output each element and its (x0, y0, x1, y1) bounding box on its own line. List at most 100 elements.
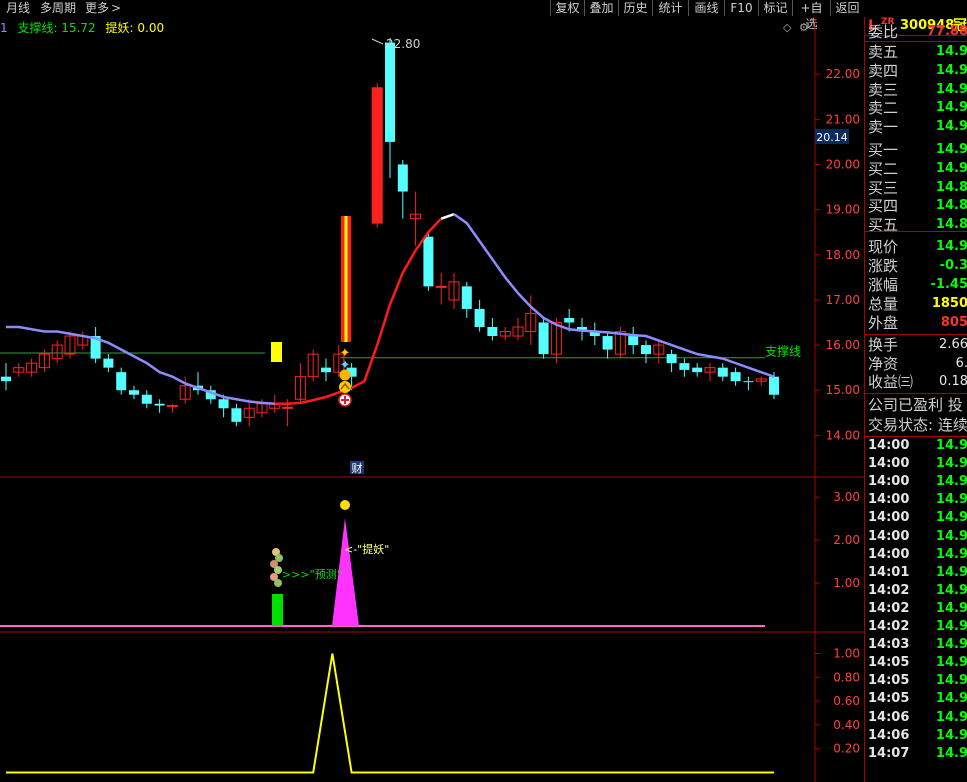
candle-body-down (564, 317, 575, 323)
extra-value: 2.66 (939, 337, 967, 352)
kline-chart[interactable]: ◇ ⚙ 22.00 21.00 20.00 19.00 18.00 17.00 16.00 1… (0, 0, 864, 782)
tick-price: 14.9 (935, 582, 967, 598)
tick-time: 14:02 (868, 582, 910, 598)
separator (865, 393, 967, 394)
chart-frame: ◇ ⚙ (0, 17, 864, 782)
tick-time: 14:02 (868, 619, 910, 634)
candle-body-up (372, 87, 383, 224)
order-row: 卖四 14.9 (865, 62, 967, 80)
stat-row: 总量 1850 (865, 295, 967, 313)
tick-price: 14.9 (935, 673, 967, 689)
tiyao-annotation: <-"提妖" (344, 542, 389, 556)
extra-label: 净资 (868, 354, 899, 373)
price-tick-label: 19.00 (826, 203, 860, 217)
extra-row: 换手 2.66 (865, 336, 967, 354)
order-price: 14.8 (935, 198, 967, 214)
stat-label: 涨幅 (868, 276, 899, 294)
separator (865, 41, 967, 42)
tick-price: 14.9 (935, 474, 967, 490)
finance-marker[interactable]: 财 (352, 461, 363, 475)
extra-value: 6. (955, 355, 967, 371)
candle-body-down (743, 381, 754, 383)
candle-body-down (231, 408, 242, 422)
extra-label: 收益㈢ (868, 373, 914, 391)
candle-body-down (423, 236, 434, 287)
signal-line-panel (6, 653, 774, 774)
tick-row: 14:00 14.9 (865, 546, 967, 564)
sub2-tick-label: 0.80 (833, 670, 860, 684)
candle-body-down (641, 345, 651, 355)
order-label: 买四 (868, 197, 899, 216)
predict-candle (271, 342, 282, 362)
tick-row: 14:02 14.9 (865, 600, 967, 618)
tick-time: 14:00 (868, 456, 910, 472)
candle-body-up (166, 405, 178, 408)
order-row: 卖一 14.9 (865, 118, 967, 136)
tick-price: 14.9 (935, 745, 967, 761)
tick-price: 14.9 (935, 546, 967, 562)
ma-line-peak (440, 212, 455, 220)
candle-body-down (474, 308, 485, 328)
tick-row: 14:02 14.9 (865, 582, 967, 600)
candle-body-down (461, 286, 472, 309)
separator (865, 231, 967, 232)
price-tick-label: 21.00 (826, 112, 860, 126)
tick-row: 14:06 14.9 (865, 727, 967, 745)
tick-time: 14:00 (868, 474, 910, 490)
current-price-tag: 20.14 (815, 129, 849, 144)
tick-time: 14:03 (868, 637, 910, 653)
tick-time: 14:01 (868, 564, 910, 580)
order-label: 卖三 (868, 80, 899, 99)
stat-row: 外盘 805 (865, 314, 967, 332)
tick-row: 14:05 14.9 (865, 690, 967, 708)
tick-price: 14.9 (935, 564, 967, 580)
tick-price: 14.9 (935, 709, 967, 725)
weibi-row: 委比 77.88 (865, 23, 967, 41)
separator (865, 334, 967, 335)
predict-annotation: >>>"预测" (282, 568, 342, 581)
candle-body-down (487, 327, 498, 337)
candle-body-up (282, 406, 294, 409)
tick-time: 14:00 (868, 510, 910, 526)
stat-value: -0.3 (939, 258, 967, 273)
stat-value: 1850 (931, 296, 967, 311)
candle-body-down (538, 322, 549, 355)
settings-icon[interactable]: ⚙ (799, 21, 809, 34)
sub2-tick-label: 1.00 (833, 647, 860, 661)
tick-time: 14:05 (868, 691, 910, 707)
price-axis: 22.00 21.00 20.00 19.00 18.00 17.00 16.00 15.00… (815, 67, 860, 442)
tiyao-column-inner (344, 216, 348, 342)
order-label: 卖一 (868, 118, 899, 137)
candle-body-down (679, 363, 690, 370)
tick-price: 14.9 (935, 600, 967, 616)
extra-value: 0.18 (939, 374, 967, 389)
stat-label: 外盘 (868, 314, 899, 332)
order-label: 买一 (868, 141, 899, 159)
tick-row: 14:02 14.9 (865, 618, 967, 636)
tick-row: 14:00 14.9 (865, 473, 967, 491)
order-price: 14.9 (935, 81, 967, 97)
tick-price: 14.9 (935, 510, 967, 526)
tick-time: 14:07 (868, 745, 910, 761)
order-price: 14.9 (935, 142, 967, 157)
price-tick-label: 18.00 (826, 248, 860, 262)
diamond-icon[interactable]: ◇ (783, 21, 792, 34)
stat-label: 现价 (868, 238, 899, 256)
candle-body-down (602, 336, 613, 350)
order-row: 买四 14.8 (865, 197, 967, 215)
tick-row: 14:00 14.9 (865, 455, 967, 473)
note-row: 公司已盈利 投 (865, 396, 967, 414)
face-icon (339, 369, 351, 381)
tick-time: 14:06 (868, 727, 910, 743)
order-row: 卖二 14.9 (865, 99, 967, 117)
order-label: 卖四 (868, 61, 899, 80)
support-line-label: 支撑线 (765, 344, 801, 359)
stat-label: 总量 (868, 295, 899, 313)
candle-body-down (154, 403, 165, 406)
stat-value: 14.9 (935, 239, 967, 254)
ma-line-rising (274, 217, 443, 406)
candle-body-down (321, 367, 331, 373)
tick-time: 14:00 (868, 492, 910, 508)
note-row: 交易状态: 连续 (865, 416, 967, 434)
price-tick-label: 16.00 (826, 338, 860, 352)
